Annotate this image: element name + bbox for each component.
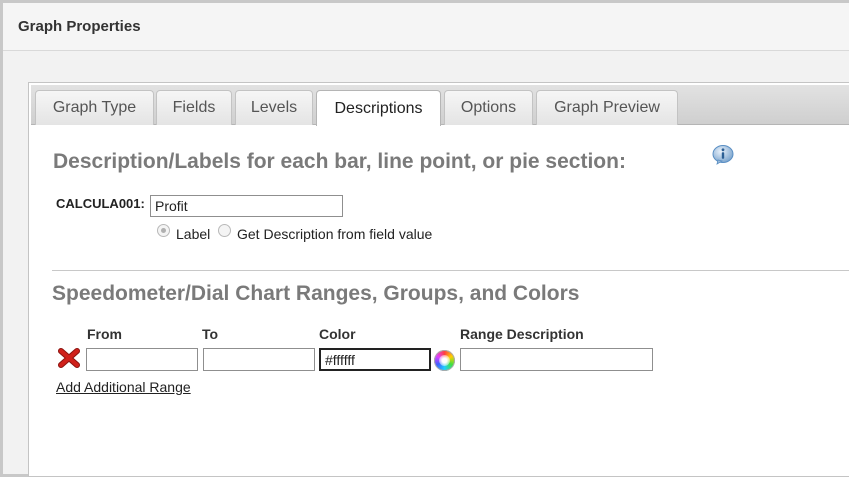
range-description-input[interactable] (460, 348, 653, 371)
range-to-input[interactable] (203, 348, 315, 371)
label-radio[interactable] (157, 224, 170, 237)
tab-descriptions[interactable]: Descriptions (316, 90, 441, 126)
info-icon[interactable] (712, 145, 734, 165)
tab-levels[interactable]: Levels (235, 90, 313, 125)
calcula001-description-input[interactable] (150, 195, 343, 217)
from-column-label: From (87, 326, 122, 342)
field-value-radio-label: Get Description from field value (237, 226, 433, 242)
section-divider (52, 270, 849, 271)
color-wheel-icon[interactable] (434, 350, 455, 371)
tab-options[interactable]: Options (444, 90, 533, 125)
tab-graph-type[interactable]: Graph Type (35, 90, 154, 125)
dialog-title: Graph Properties (18, 18, 141, 35)
label-radio-label: Label (176, 226, 211, 242)
to-column-label: To (202, 326, 219, 342)
range-description-column-label: Range Description (460, 326, 584, 342)
range-color-input[interactable] (319, 348, 431, 371)
descriptions-section-title: Description/Labels for each bar, line po… (53, 150, 626, 173)
color-column-label: Color (319, 326, 356, 342)
range-from-input[interactable] (86, 348, 198, 371)
add-additional-range-link[interactable]: Add Additional Range (56, 379, 191, 395)
ranges-section-title: Speedometer/Dial Chart Ranges, Groups, a… (52, 282, 580, 305)
field-value-radio[interactable] (218, 224, 231, 237)
delete-x-icon[interactable] (58, 348, 80, 368)
tab-graph-preview[interactable]: Graph Preview (536, 90, 678, 125)
dialog-header: Graph Properties (3, 3, 849, 51)
tab-panel (28, 82, 849, 477)
calcula001-label: CALCULA001: (56, 196, 145, 211)
tab-fields[interactable]: Fields (156, 90, 232, 125)
